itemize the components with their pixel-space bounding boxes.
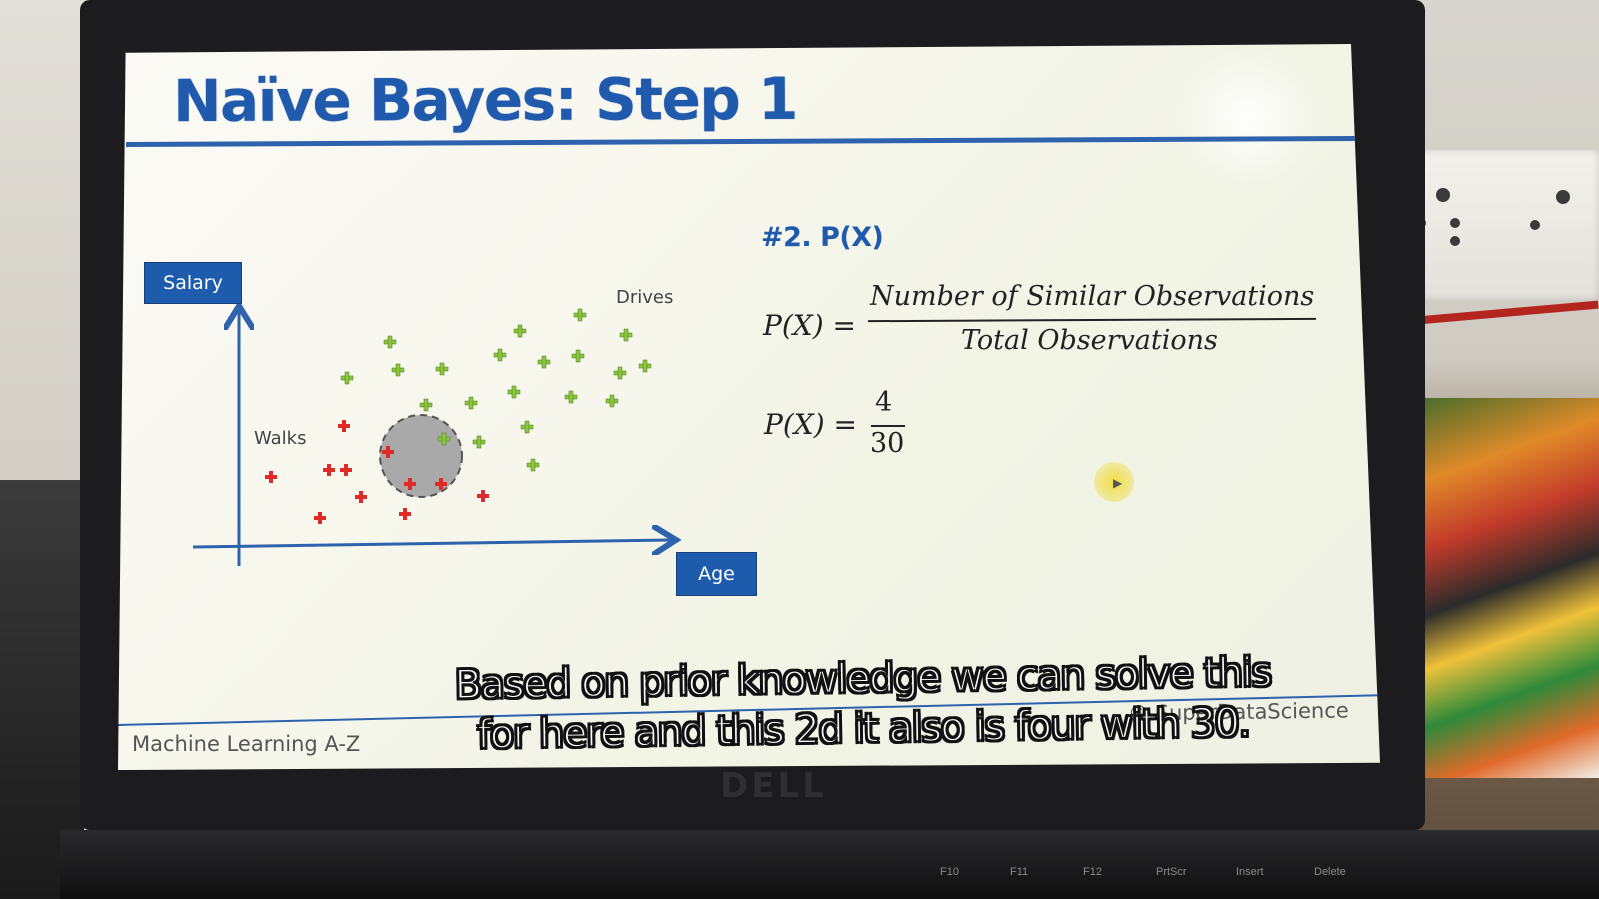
drives-point (526, 458, 540, 472)
slide-title: Naïve Bayes: Step 1 (172, 64, 798, 136)
walks-point (323, 464, 335, 476)
drives-point (638, 359, 652, 373)
stacked-books (1405, 398, 1599, 778)
age-axis-label: Age (676, 552, 757, 596)
salary-axis-label: Salary (144, 262, 242, 304)
socket-hole (1556, 190, 1570, 204)
eq2-numerator: 4 (875, 387, 893, 418)
key-f11: F11 (1010, 866, 1029, 878)
keyboard-strip (60, 830, 1599, 899)
walks-point (399, 508, 411, 520)
drives-point (493, 348, 507, 362)
footer-course-name: Machine Learning A-Z (132, 732, 361, 756)
socket-hole (1530, 220, 1540, 230)
walks-point (265, 471, 277, 483)
drives-point (520, 420, 534, 434)
eq2-lhs: P(X) = (764, 408, 857, 441)
drives-point (391, 363, 405, 377)
eq2-denominator: 30 (870, 428, 905, 459)
key-f12: F12 (1083, 866, 1102, 878)
drives-point (571, 349, 585, 363)
eq1-numerator: Number of Similar Observations (870, 281, 1315, 312)
eq1-denominator: Total Observations (961, 325, 1218, 356)
drives-point (383, 335, 397, 349)
drives-point (472, 435, 486, 449)
drives-point (435, 362, 449, 376)
socket-hole (1450, 218, 1460, 228)
screen-glare (1168, 44, 1328, 194)
key-delete: Delete (1314, 866, 1346, 878)
drives-point (340, 371, 354, 385)
formula-heading: #2. P(X) (761, 222, 884, 253)
wall-left (0, 0, 84, 480)
drives-point (419, 398, 433, 412)
similarity-circle (379, 414, 463, 498)
cursor-arrow-icon: ▶ (1113, 476, 1123, 490)
eq1-lhs: P(X) = (763, 309, 856, 342)
eq1-fraction-bar (867, 317, 1317, 323)
walks-label: Walks (254, 428, 307, 449)
walks-point (477, 490, 489, 502)
laptop-screen: Naïve Bayes: Step 1 Salary Age Walks Dri… (118, 44, 1380, 770)
drives-point (564, 390, 578, 404)
drives-point (537, 355, 551, 369)
drives-label: Drives (616, 287, 674, 308)
socket-hole (1436, 188, 1450, 202)
points-group (265, 308, 652, 524)
drives-point (507, 385, 521, 399)
socket-hole (1450, 236, 1460, 246)
walks-point (355, 491, 367, 503)
key-insert: Insert (1236, 866, 1264, 878)
drives-point (613, 366, 627, 380)
photo-scene: DELL F10 F11 F12 PrtScr Insert Delete Na… (0, 0, 1599, 899)
video-subtitles: Based on prior knowledge we can solve th… (367, 646, 1358, 762)
key-prtscr: PrtScr (1156, 866, 1187, 878)
walks-point (338, 420, 350, 432)
drives-point (619, 328, 633, 342)
eq2-fraction-bar (871, 425, 905, 427)
walks-point (340, 464, 352, 476)
walks-point (314, 512, 326, 524)
drives-point (573, 308, 587, 322)
power-socket (1398, 150, 1599, 300)
dell-logo: DELL (720, 766, 827, 806)
drives-point (464, 396, 478, 410)
key-f10: F10 (940, 866, 959, 878)
drives-point (605, 394, 619, 408)
drives-point (513, 324, 527, 338)
x-axis (192, 540, 670, 547)
